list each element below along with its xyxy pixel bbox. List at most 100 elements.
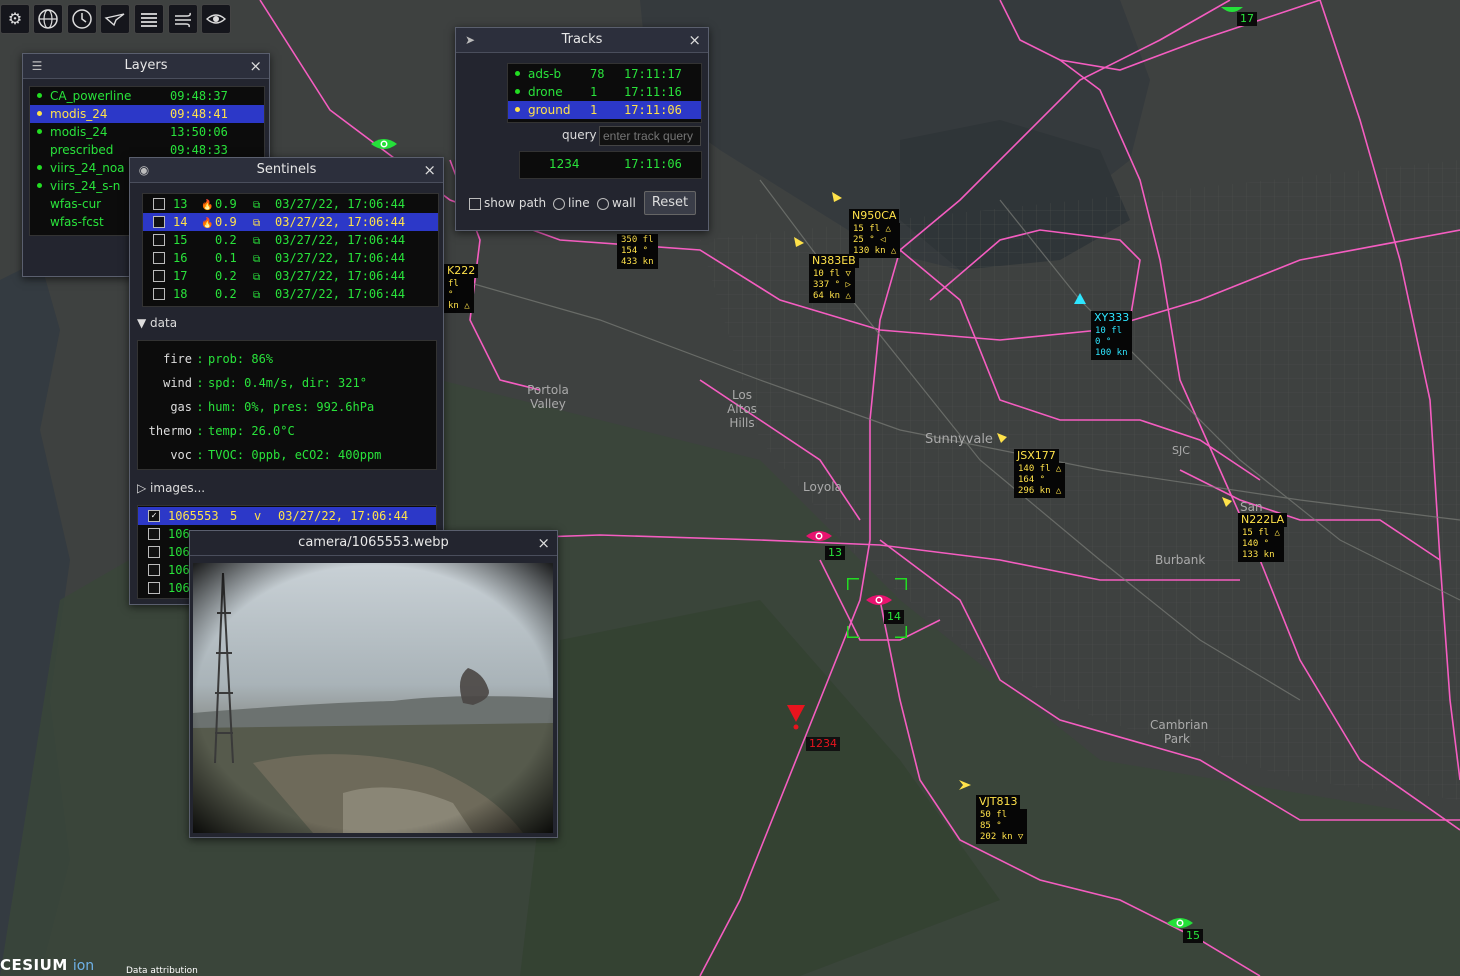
sentinel-row[interactable]: 17 0.2 ⧉ 03/27/22, 17:06:44 [143, 267, 438, 285]
window-title: Sentinels [256, 162, 317, 177]
data-attribution-link[interactable]: Data attribution [126, 966, 198, 976]
sentinel-value: 0.9 [215, 197, 237, 211]
data-value: prob: 86% [208, 352, 274, 366]
checkbox-icon[interactable] [148, 563, 160, 576]
tracks-list: ads-b 78 17:11:17 drone 1 17:11:16 ground 1 17:1… [507, 63, 702, 123]
layer-name: modis_24 [50, 125, 108, 139]
tracks-titlebar[interactable]: ➤ Tracks × [456, 28, 708, 53]
layer-row[interactable]: modis_24 09:48:41 [30, 105, 264, 123]
radio-icon[interactable] [597, 197, 609, 210]
reset-button[interactable]: Reset [644, 191, 696, 215]
show-path-option[interactable]: show path [469, 196, 546, 210]
status-dot [37, 165, 42, 170]
result-time: 17:11:06 [624, 157, 682, 171]
data-value: temp: 26.0°C [208, 424, 295, 438]
wind-icon[interactable] [168, 4, 198, 34]
sentinel-marker-13[interactable] [805, 528, 833, 548]
cesium-logo[interactable]: CESIUM ion [0, 955, 94, 975]
globe-icon[interactable] [33, 4, 63, 34]
plane-icon [1222, 497, 1232, 507]
sentinel-row[interactable]: 16 0.1 ⧉ 03/27/22, 17:06:44 [143, 249, 438, 267]
aircraft-info: 15 fl △ 25 ° ◁ 130 kn △ [849, 223, 901, 258]
sentinel-data-panel: fire: prob: 86% wind: spd: 0.4m/s, dir: 321… [137, 340, 437, 470]
checkbox-icon[interactable] [153, 269, 165, 282]
track-row[interactable]: ads-b 78 17:11:17 [508, 65, 701, 83]
ground-track-marker[interactable] [786, 704, 806, 734]
eye-icon [371, 139, 397, 149]
close-icon[interactable]: × [537, 531, 550, 555]
line-option[interactable]: line [553, 196, 590, 210]
aircraft-callsign: JSX177 [1014, 449, 1059, 463]
data-value: spd: 0.4m/s, dir: 321° [208, 376, 367, 390]
images-header-label: images... [150, 481, 206, 495]
sentinel-row[interactable]: 13 🔥 0.9 ⧉ 03/27/22, 17:06:44 [143, 195, 438, 213]
brand-text: CESIUM [0, 956, 68, 974]
sentinels-titlebar[interactable]: ◉ Sentinels × [130, 158, 443, 183]
data-key: gas [170, 400, 192, 414]
image-icon: ⧉ [253, 290, 261, 301]
checkbox-icon[interactable] [153, 251, 165, 264]
plane-icon[interactable] [100, 4, 130, 34]
map-label-cambrian-park: Cambrian Park [1150, 718, 1209, 746]
data-value: TVOC: 0ppb, eCO2: 400ppm [208, 448, 382, 462]
close-icon[interactable]: × [249, 54, 262, 78]
sentinel-id: 15 [173, 233, 188, 247]
show-path-label: show path [484, 196, 547, 210]
checkbox-icon[interactable] [148, 545, 160, 558]
aircraft-info: 140 fl △ 164 ° 296 kn △ [1014, 463, 1066, 498]
layers-icon[interactable] [134, 4, 164, 34]
sentinel-row[interactable]: 15 0.2 ⧉ 03/27/22, 17:06:44 [143, 231, 438, 249]
clock-icon[interactable] [67, 4, 97, 34]
layer-row[interactable]: CA_powerline 09:48:37 [30, 87, 264, 105]
window-title: camera/1065553.webp [298, 535, 449, 550]
track-query-input[interactable] [599, 126, 701, 146]
data-sep: : [196, 376, 204, 390]
sentinels-list: 13 🔥 0.9 ⧉ 03/27/22, 17:06:44 14 🔥 0.9 ⧉ 03/27/22… [142, 193, 439, 307]
sentinel-marker-14[interactable] [845, 576, 909, 640]
data-header-label: data [150, 316, 178, 330]
checkbox-icon[interactable] [153, 215, 165, 228]
images-section-header[interactable]: ▷ images... [137, 481, 205, 495]
aircraft-info: 10 fl 0 ° 100 kn [1091, 325, 1132, 360]
track-count: 1 [590, 103, 598, 117]
map-label-sunnyvale: Sunnyvale [925, 432, 993, 447]
checkbox-icon[interactable] [153, 233, 165, 246]
sentinel-row[interactable]: 18 0.2 ⧉ 03/27/22, 17:06:44 [143, 285, 438, 303]
data-row: thermo: temp: 26.0°C [138, 419, 436, 443]
wall-option[interactable]: wall [597, 196, 636, 210]
camera-window: camera/1065553.webp × [189, 530, 558, 838]
result-id: 1234 [549, 157, 580, 171]
track-name: ground [528, 103, 571, 117]
checkbox-icon[interactable] [153, 197, 165, 210]
track-row[interactable]: ground 1 17:11:06 [508, 101, 701, 119]
data-key: wind [163, 376, 192, 390]
sentinel-value: 0.2 [215, 287, 237, 301]
eye-icon[interactable] [201, 4, 231, 34]
data-section-header[interactable]: ▼ data [137, 316, 177, 330]
checkbox-icon[interactable] [148, 581, 160, 594]
data-key: voc [170, 448, 192, 462]
window-title: Layers [124, 58, 168, 73]
checkbox-icon[interactable]: ✓ [148, 509, 160, 522]
close-icon[interactable]: × [688, 28, 701, 52]
aircraft-info: 15 fl △ 140 ° 133 kn [1238, 527, 1284, 562]
sentinel-date: 03/27/22, 17:06:44 [275, 251, 406, 265]
sentinel-date: 03/27/22, 17:06:44 [275, 215, 406, 229]
checkbox-icon[interactable] [469, 197, 481, 210]
data-sep: : [196, 352, 204, 366]
radio-icon[interactable] [553, 197, 565, 210]
layer-row[interactable]: modis_24 13:50:06 [30, 123, 264, 141]
sentinel-marker-left[interactable] [370, 136, 398, 156]
aircraft-info: 350 fl 154 ° 433 kn [617, 234, 658, 269]
track-row[interactable]: drone 1 17:11:16 [508, 83, 701, 101]
gear-icon[interactable]: ⚙ [0, 4, 30, 34]
checkbox-icon[interactable] [148, 527, 160, 540]
image-row[interactable]: ✓ 1065553 5 v 03/27/22, 17:06:44 [138, 507, 436, 525]
checkbox-icon[interactable] [153, 287, 165, 300]
sentinel-date: 03/27/22, 17:06:44 [275, 233, 406, 247]
close-icon[interactable]: × [423, 158, 436, 182]
camera-titlebar[interactable]: camera/1065553.webp × [190, 531, 557, 556]
layers-titlebar[interactable]: ☰ Layers × [23, 54, 269, 79]
layers-icon: ☰ [31, 59, 43, 73]
sentinel-row[interactable]: 14 🔥 0.9 ⧉ 03/27/22, 17:06:44 [143, 213, 438, 231]
